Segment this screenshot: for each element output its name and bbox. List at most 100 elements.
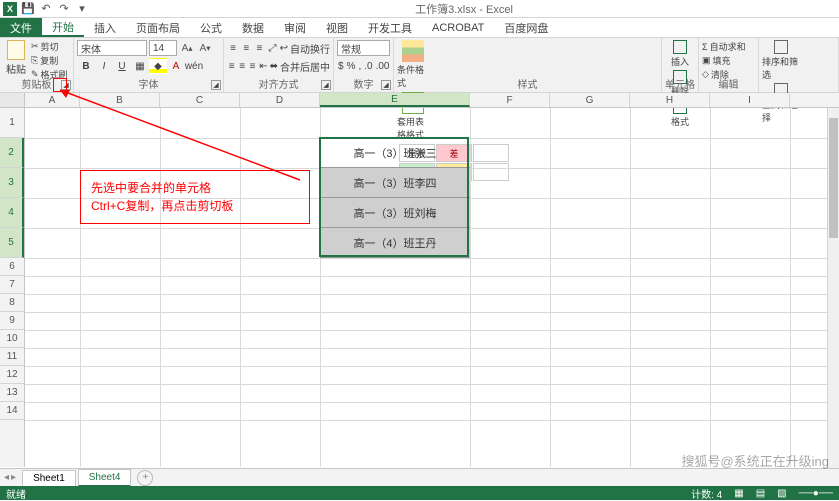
view-break-icon[interactable]: ▧ bbox=[777, 488, 786, 499]
insert-icon bbox=[673, 40, 687, 54]
tab-acrobat[interactable]: ACROBAT bbox=[422, 18, 494, 37]
alignment-dialog-launcher[interactable]: ◢ bbox=[321, 80, 331, 90]
tab-home[interactable]: 开始 bbox=[42, 18, 84, 37]
tab-view[interactable]: 视图 bbox=[316, 18, 358, 37]
row-header-1[interactable]: 1 bbox=[0, 108, 24, 138]
indent-dec[interactable]: ⇤ bbox=[258, 58, 268, 74]
fill-button[interactable]: ▣填充 bbox=[702, 54, 755, 67]
row-header-6[interactable]: 6 bbox=[0, 258, 24, 276]
row-header-12[interactable]: 12 bbox=[0, 366, 24, 384]
percent-button[interactable]: % bbox=[346, 58, 357, 74]
comma-button[interactable]: , bbox=[357, 58, 362, 74]
tab-baidu[interactable]: 百度网盘 bbox=[494, 18, 558, 37]
cell-E3[interactable]: 高一（3）班李四 bbox=[320, 168, 470, 198]
col-header-E[interactable]: E bbox=[320, 93, 470, 107]
view-page-icon[interactable]: ▤ bbox=[756, 488, 765, 499]
row-header-9[interactable]: 9 bbox=[0, 312, 24, 330]
align-top[interactable]: ≡ bbox=[227, 40, 239, 56]
col-header-I[interactable]: I bbox=[710, 93, 790, 107]
font-size-combo[interactable]: 14 bbox=[149, 40, 177, 56]
insert-cell-button[interactable]: 插入 bbox=[665, 40, 695, 68]
tab-file[interactable]: 文件 bbox=[0, 18, 42, 37]
col-header-B[interactable]: B bbox=[80, 93, 160, 107]
col-header-H[interactable]: H bbox=[630, 93, 710, 107]
group-styles: 条件格式 套用表格格式 常规 差 好 适中 样式 bbox=[394, 38, 662, 92]
grow-font-button[interactable]: A▴ bbox=[179, 40, 195, 56]
font-name-combo[interactable]: 宋体 bbox=[77, 40, 147, 56]
copy-button[interactable]: ⎘复制 bbox=[31, 54, 68, 67]
tab-insert[interactable]: 插入 bbox=[84, 18, 126, 37]
autosum-button[interactable]: Σ自动求和 bbox=[702, 40, 755, 53]
save-icon[interactable]: 💾 bbox=[21, 2, 35, 16]
redo-icon[interactable]: ↷ bbox=[57, 2, 71, 16]
row-header-11[interactable]: 11 bbox=[0, 348, 24, 366]
orientation[interactable]: ⤢ bbox=[266, 40, 278, 56]
align-center[interactable]: ≡ bbox=[237, 58, 246, 74]
cell-E2[interactable]: 高一（3）班张三 bbox=[320, 138, 470, 168]
fill-color-button[interactable]: ◆ bbox=[149, 58, 167, 74]
view-normal-icon[interactable]: ▦ bbox=[734, 488, 743, 499]
select-all-corner[interactable] bbox=[0, 93, 25, 107]
merge-center-button[interactable]: ⬌合并后居中 bbox=[270, 58, 330, 74]
align-right[interactable]: ≡ bbox=[248, 58, 257, 74]
row-header-4[interactable]: 4 bbox=[0, 198, 24, 228]
col-header-C[interactable]: C bbox=[160, 93, 240, 107]
dec-decimal[interactable]: .00 bbox=[375, 58, 391, 74]
zoom-slider[interactable]: ──●── bbox=[799, 488, 833, 499]
col-header-F[interactable]: F bbox=[470, 93, 550, 107]
font-dialog-launcher[interactable]: ◢ bbox=[211, 80, 221, 90]
sheet-tab-4[interactable]: Sheet4 bbox=[78, 469, 132, 487]
row-header-14[interactable]: 14 bbox=[0, 402, 24, 420]
font-color-button[interactable]: A bbox=[167, 58, 185, 74]
column-headers[interactable]: ABCDEFGHI bbox=[0, 93, 839, 108]
add-sheet-button[interactable]: + bbox=[137, 470, 153, 486]
number-format-combo[interactable]: 常规 bbox=[337, 40, 390, 56]
underline-button[interactable]: U bbox=[113, 58, 131, 74]
align-middle[interactable]: ≡ bbox=[240, 40, 252, 56]
phonetic-button[interactable]: wén bbox=[185, 58, 203, 74]
row-header-5[interactable]: 5 bbox=[0, 228, 24, 258]
currency-button[interactable]: $ bbox=[337, 58, 345, 74]
italic-button[interactable]: I bbox=[95, 58, 113, 74]
cell-E4[interactable]: 高一（3）班刘梅 bbox=[320, 198, 470, 228]
row-headers[interactable]: 1234567891011121314 bbox=[0, 108, 25, 467]
undo-icon[interactable]: ↶ bbox=[39, 2, 53, 16]
bold-button[interactable]: B bbox=[77, 58, 95, 74]
vertical-scrollbar[interactable] bbox=[827, 108, 839, 468]
col-header-D[interactable]: D bbox=[240, 93, 320, 107]
cells-area[interactable]: 高一（3）班张三高一（3）班李四高一（3）班刘梅高一（4）班王丹 bbox=[25, 108, 839, 467]
tab-data[interactable]: 数据 bbox=[232, 18, 274, 37]
col-header-A[interactable]: A bbox=[25, 93, 80, 107]
tab-dev[interactable]: 开发工具 bbox=[358, 18, 422, 37]
row-header-2[interactable]: 2 bbox=[0, 138, 24, 168]
qat-dropdown-icon[interactable]: ▾ bbox=[75, 2, 89, 16]
sheet-nav[interactable]: ◂▸ bbox=[0, 472, 20, 483]
border-button[interactable]: ▦ bbox=[131, 58, 149, 74]
styles-group-label: 样式 bbox=[394, 76, 661, 91]
tab-formula[interactable]: 公式 bbox=[190, 18, 232, 37]
cell-E5[interactable]: 高一（4）班王丹 bbox=[320, 228, 470, 258]
sort-icon bbox=[774, 40, 788, 54]
editing-group-label: 编辑 bbox=[699, 76, 758, 91]
paste-button[interactable]: 粘贴 bbox=[3, 40, 29, 76]
sort-filter-button[interactable]: 排序和筛选 bbox=[762, 40, 800, 81]
cut-button[interactable]: ✂剪切 bbox=[31, 40, 68, 53]
align-bottom[interactable]: ≡ bbox=[253, 40, 265, 56]
sheet-tab-1[interactable]: Sheet1 bbox=[22, 470, 76, 486]
row-header-8[interactable]: 8 bbox=[0, 294, 24, 312]
inc-decimal[interactable]: .0 bbox=[363, 58, 373, 74]
align-left[interactable]: ≡ bbox=[227, 58, 236, 74]
spreadsheet-grid[interactable]: ABCDEFGHI 1234567891011121314 高一（3）班张三高一… bbox=[0, 93, 839, 467]
status-ready: 就绪 bbox=[6, 486, 26, 501]
tab-layout[interactable]: 页面布局 bbox=[126, 18, 190, 37]
col-header-G[interactable]: G bbox=[550, 93, 630, 107]
row-header-13[interactable]: 13 bbox=[0, 384, 24, 402]
tab-review[interactable]: 审阅 bbox=[274, 18, 316, 37]
shrink-font-button[interactable]: A▾ bbox=[197, 40, 213, 56]
row-header-7[interactable]: 7 bbox=[0, 276, 24, 294]
row-header-3[interactable]: 3 bbox=[0, 168, 24, 198]
scrollbar-thumb[interactable] bbox=[829, 118, 838, 238]
row-header-10[interactable]: 10 bbox=[0, 330, 24, 348]
wrap-text-button[interactable]: ↩自动换行 bbox=[280, 40, 330, 56]
number-dialog-launcher[interactable]: ◢ bbox=[381, 80, 391, 90]
